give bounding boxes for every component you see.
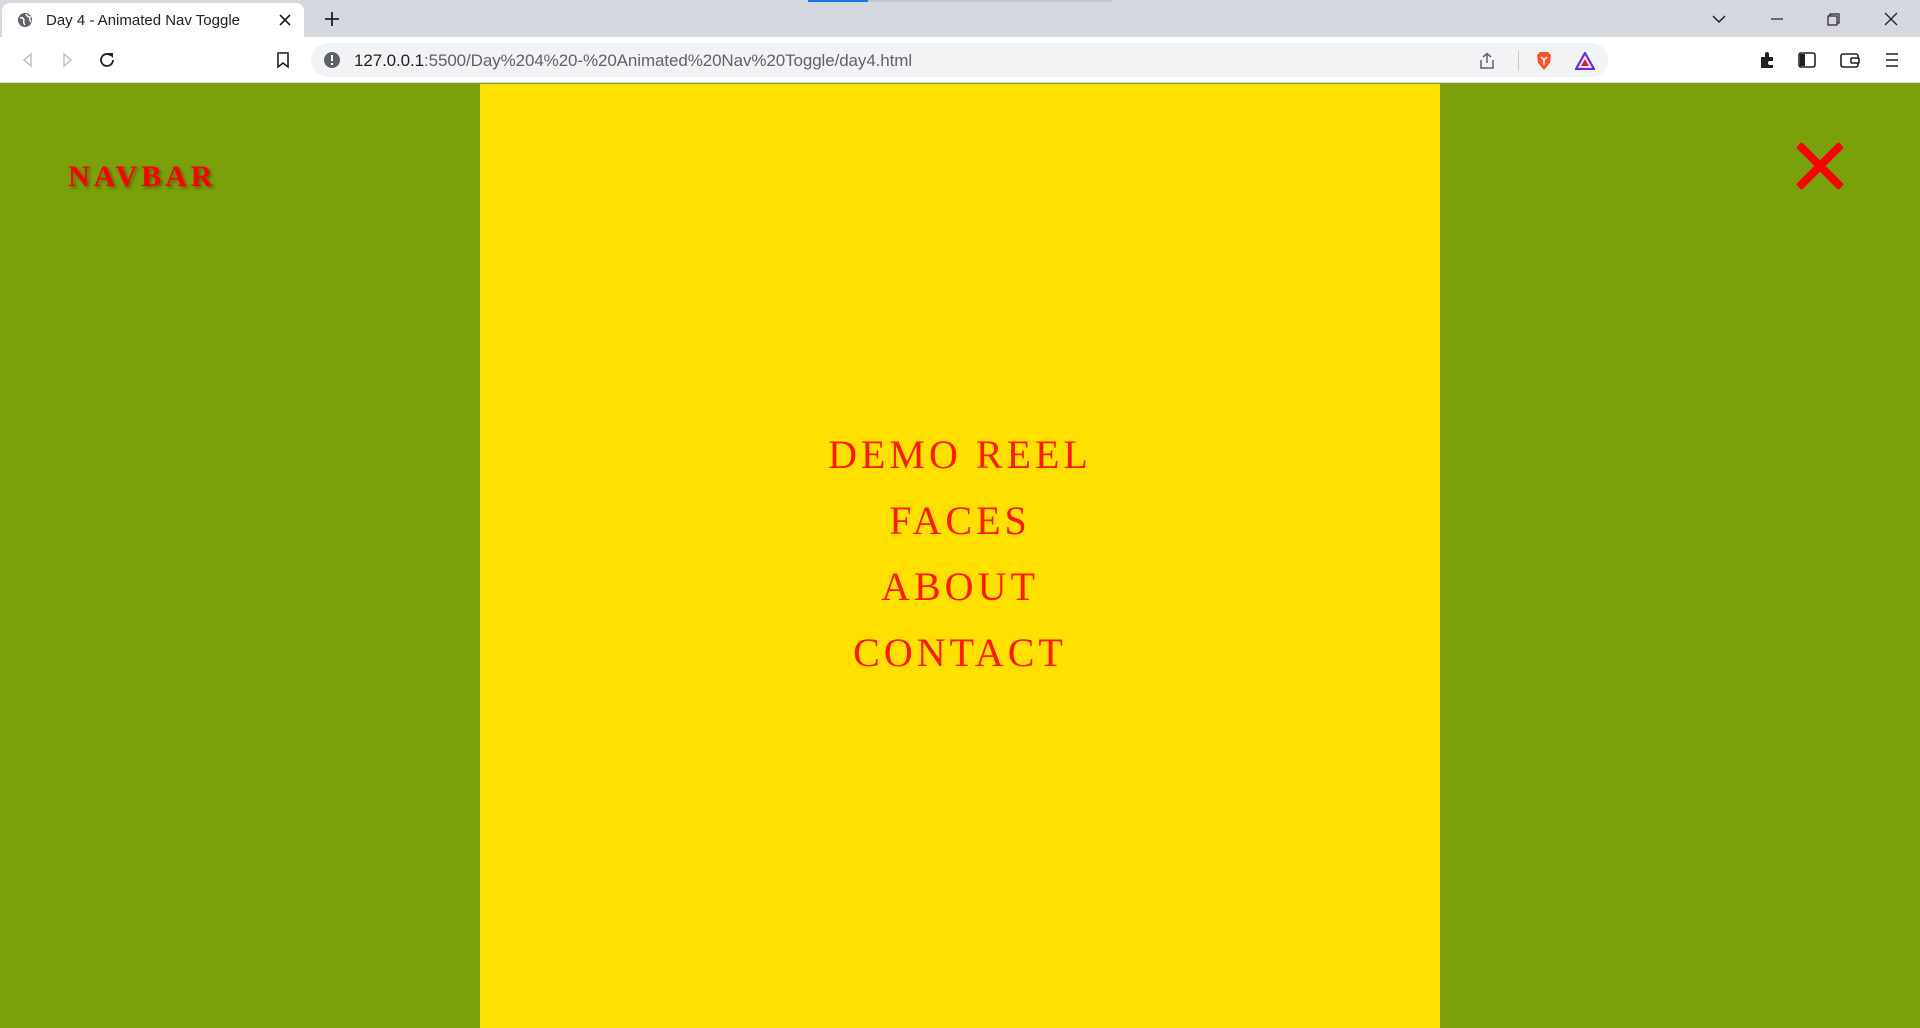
back-icon[interactable]	[14, 46, 42, 74]
extensions-icon[interactable]	[1753, 46, 1781, 74]
url-text[interactable]: 127.0.0.1:5500/Day%204%20-%20Animated%20…	[354, 51, 912, 71]
address-bar[interactable]: 127.0.0.1:5500/Day%204%20-%20Animated%20…	[311, 43, 1608, 77]
site-info-icon[interactable]	[323, 51, 341, 69]
url-path: :5500/Day%204%20-%20Animated%20Nav%20Tog…	[424, 51, 913, 70]
share-icon[interactable]	[1476, 50, 1498, 72]
loading-indicator	[808, 0, 868, 2]
loading-track	[868, 0, 1112, 2]
browser-tab[interactable]: Day 4 - Animated Nav Toggle	[2, 3, 304, 37]
brave-rewards-icon[interactable]	[1574, 50, 1596, 72]
new-tab-icon[interactable]	[320, 7, 344, 31]
nav-item-faces[interactable]: FACES	[480, 488, 1440, 554]
tab-search-icon[interactable]	[1706, 6, 1732, 32]
brand-logo[interactable]: NAVBAR	[68, 160, 216, 194]
nav-item-demo-reel[interactable]: DEMO REEL	[480, 422, 1440, 488]
tab-title: Day 4 - Animated Nav Toggle	[46, 11, 240, 29]
minimize-icon[interactable]	[1764, 6, 1790, 32]
browser-toolbar: 127.0.0.1:5500/Day%204%20-%20Animated%20…	[0, 37, 1920, 83]
sidebar-icon[interactable]	[1793, 46, 1821, 74]
wallet-icon[interactable]	[1836, 46, 1864, 74]
globe-icon	[16, 11, 34, 29]
menu-icon[interactable]	[1878, 46, 1906, 74]
restore-icon[interactable]	[1820, 6, 1846, 32]
forward-icon[interactable]	[53, 46, 81, 74]
bookmark-icon[interactable]	[269, 46, 297, 74]
brave-shields-icon[interactable]	[1533, 50, 1555, 72]
reload-icon[interactable]	[93, 46, 121, 74]
nav-menu-panel: DEMO REEL FACES ABOUT CONTACT	[480, 84, 1440, 1028]
nav-menu-list: DEMO REEL FACES ABOUT CONTACT	[480, 422, 1440, 686]
window-close-icon[interactable]	[1878, 6, 1904, 32]
browser-tab-strip: Day 4 - Animated Nav Toggle	[0, 0, 1920, 37]
tab-close-icon[interactable]	[276, 11, 294, 29]
url-host: 127.0.0.1	[354, 51, 424, 70]
close-icon[interactable]	[1788, 136, 1848, 196]
nav-item-about[interactable]: ABOUT	[480, 554, 1440, 620]
page-viewport: NAVBAR DEMO REEL FACES ABOUT CONTACT	[0, 84, 1920, 1028]
omnibox-divider	[1518, 51, 1519, 71]
nav-item-contact[interactable]: CONTACT	[480, 620, 1440, 686]
